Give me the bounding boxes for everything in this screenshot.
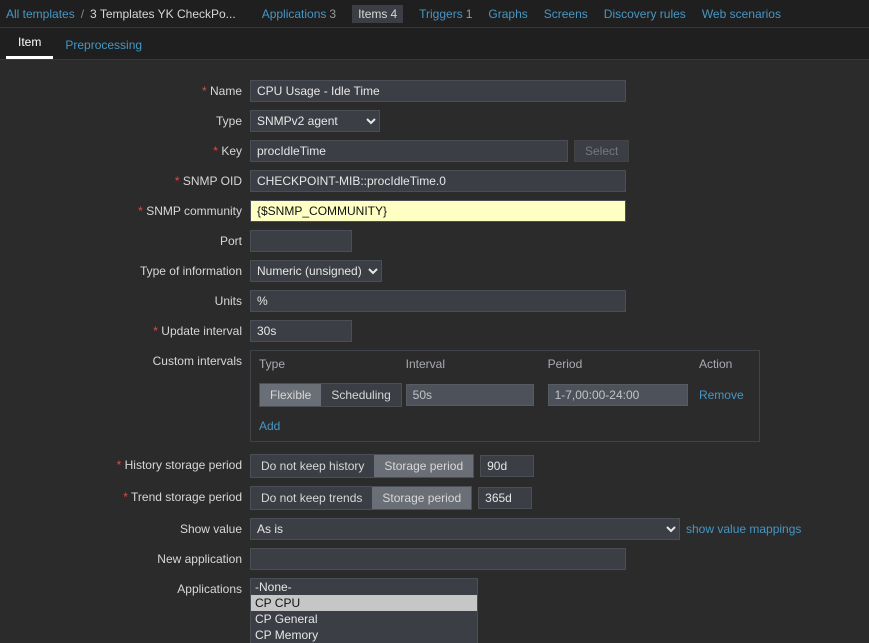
custom-intervals-table: Type Interval Period Action Flexible Sch…	[250, 350, 760, 442]
app-option-memory[interactable]: CP Memory	[251, 627, 477, 643]
ci-mode-scheduling[interactable]: Scheduling	[321, 384, 400, 406]
ci-col-period: Period	[548, 357, 699, 371]
tabs: Item Preprocessing	[0, 28, 869, 60]
type-select[interactable]: SNMPv2 agent	[250, 110, 380, 132]
template-nav: Applications3 Items4 Triggers1 Graphs Sc…	[262, 5, 781, 23]
nav-discovery[interactable]: Discovery rules	[604, 7, 686, 21]
label-type-of-information: Type of information	[0, 260, 250, 278]
label-port: Port	[0, 230, 250, 248]
ci-mode-flexible[interactable]: Flexible	[260, 384, 321, 406]
nav-graphs[interactable]: Graphs	[488, 7, 527, 21]
top-bar: All templates / 3 Templates YK CheckPo..…	[0, 0, 869, 28]
nav-applications[interactable]: Applications3	[262, 7, 336, 21]
ci-period-input[interactable]	[548, 384, 688, 406]
name-input[interactable]	[250, 80, 626, 102]
app-option-general[interactable]: CP General	[251, 611, 477, 627]
snmp-oid-input[interactable]	[250, 170, 626, 192]
show-value-select[interactable]: As is	[250, 518, 680, 540]
app-option-none[interactable]: -None-	[251, 579, 477, 595]
nav-web[interactable]: Web scenarios	[702, 7, 781, 21]
ci-row: Flexible Scheduling Remove	[251, 377, 759, 415]
label-history-period: History storage period	[0, 454, 250, 472]
label-trend-period: Trend storage period	[0, 486, 250, 504]
trend-storage-period[interactable]: Storage period	[372, 487, 471, 509]
app-option-cpu[interactable]: CP CPU	[251, 595, 477, 611]
ci-remove-link[interactable]: Remove	[699, 388, 744, 402]
label-show-value: Show value	[0, 518, 250, 536]
applications-listbox[interactable]: -None- CP CPU CP General CP Memory	[250, 578, 478, 643]
nav-triggers[interactable]: Triggers1	[419, 7, 472, 21]
ci-col-interval: Interval	[406, 357, 548, 371]
update-interval-input[interactable]	[250, 320, 352, 342]
history-value-input[interactable]	[480, 455, 534, 477]
trend-value-input[interactable]	[478, 487, 532, 509]
label-key: Key	[0, 140, 250, 158]
label-type: Type	[0, 110, 250, 128]
history-storage-period[interactable]: Storage period	[374, 455, 473, 477]
label-snmp-oid: SNMP OID	[0, 170, 250, 188]
ci-add-link[interactable]: Add	[251, 415, 288, 441]
label-custom-intervals: Custom intervals	[0, 350, 250, 368]
item-form: Name Type SNMPv2 agent Key Select SNMP O…	[0, 60, 869, 643]
label-snmp-community: SNMP community	[0, 200, 250, 218]
ci-col-action: Action	[699, 357, 751, 371]
ci-col-type: Type	[259, 357, 406, 371]
breadcrumb-root[interactable]: All templates	[6, 7, 75, 21]
breadcrumb-sep: /	[79, 7, 86, 21]
key-input[interactable]	[250, 140, 568, 162]
label-new-application: New application	[0, 548, 250, 566]
label-name: Name	[0, 80, 250, 98]
label-units: Units	[0, 290, 250, 308]
label-update-interval: Update interval	[0, 320, 250, 338]
ci-interval-input[interactable]	[406, 384, 534, 406]
new-application-input[interactable]	[250, 548, 626, 570]
snmp-community-input[interactable]	[250, 200, 626, 222]
type-of-information-select[interactable]: Numeric (unsigned)	[250, 260, 382, 282]
nav-screens[interactable]: Screens	[544, 7, 588, 21]
label-applications: Applications	[0, 578, 250, 596]
breadcrumb-current: 3 Templates YK CheckPo...	[90, 7, 236, 21]
show-value-mappings-link[interactable]: show value mappings	[686, 522, 801, 536]
key-select-button: Select	[574, 140, 629, 162]
units-input[interactable]	[250, 290, 626, 312]
tab-item[interactable]: Item	[6, 27, 53, 59]
history-do-not-keep[interactable]: Do not keep history	[251, 455, 374, 477]
nav-items[interactable]: Items4	[352, 5, 403, 23]
port-input[interactable]	[250, 230, 352, 252]
tab-preprocessing[interactable]: Preprocessing	[53, 30, 154, 59]
trend-do-not-keep[interactable]: Do not keep trends	[251, 487, 372, 509]
